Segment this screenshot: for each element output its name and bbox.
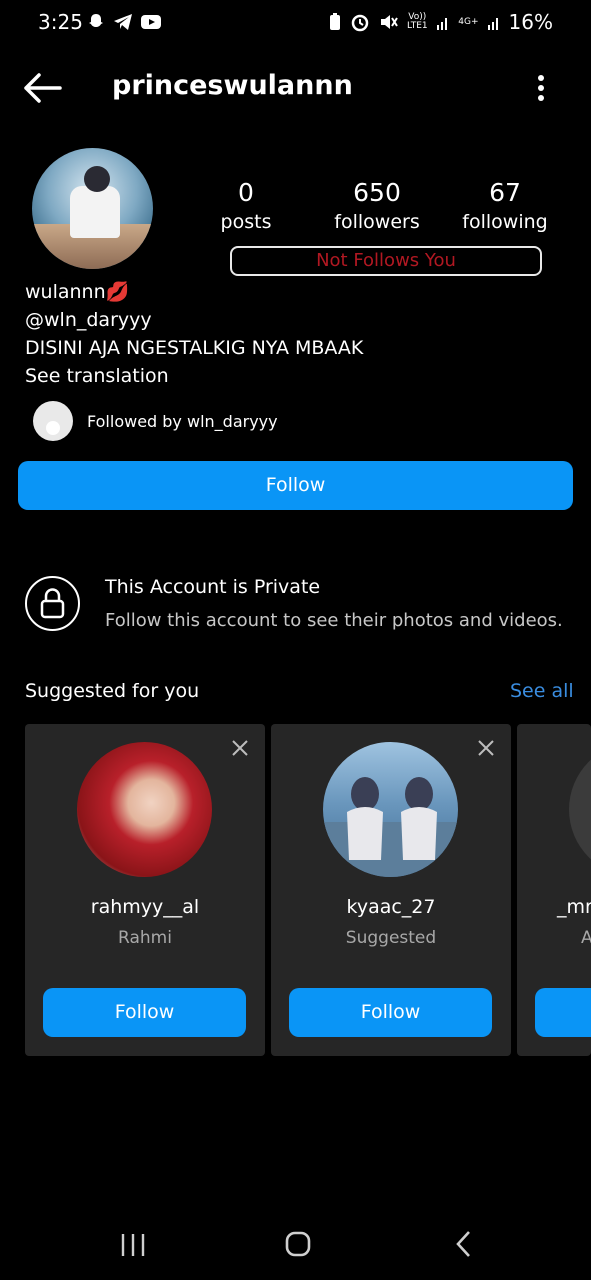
suggestion-subtitle: Rahmi xyxy=(118,928,172,948)
back-arrow-icon[interactable] xyxy=(22,70,64,106)
status-bar: 3:25 Vo)) LTE1 4G+ 16% xyxy=(0,0,591,46)
following-count: 67 xyxy=(489,178,521,207)
follow-button[interactable]: Follow xyxy=(18,461,573,510)
status-time: 3:25 xyxy=(38,10,83,34)
lock-icon xyxy=(25,576,80,631)
suggestion-subtitle: Suggested xyxy=(345,928,437,948)
private-account-title: This Account is Private xyxy=(105,576,321,598)
nav-back-icon[interactable] xyxy=(454,1229,472,1259)
network-label: Vo)) LTE1 xyxy=(406,12,428,31)
profile-handle[interactable]: @wln_daryyy xyxy=(25,306,565,334)
close-icon[interactable] xyxy=(476,738,496,758)
battery-percent: 16% xyxy=(508,10,553,34)
see-all-link[interactable]: See all xyxy=(510,680,574,702)
suggestion-username[interactable]: rahmyy__al xyxy=(25,896,265,918)
profile-header: princeswulannn xyxy=(0,60,591,116)
home-icon[interactable] xyxy=(284,1230,312,1258)
followed-by-text: Followed by wln_daryyy xyxy=(87,411,278,431)
suggestion-avatar[interactable] xyxy=(569,742,591,877)
suggestion-follow-button[interactable]: Follow xyxy=(289,988,492,1037)
suggestion-avatar[interactable] xyxy=(77,742,212,877)
followers-stat[interactable]: 650 followers xyxy=(322,178,432,233)
private-account-subtitle: Follow this account to see their photos … xyxy=(105,610,563,631)
signal-icon-2 xyxy=(487,18,498,30)
display-name-row: wulannn💋 xyxy=(25,278,565,306)
posts-label: posts xyxy=(220,211,272,233)
suggestion-card[interactable]: rahmyy__al Rahmi Follow xyxy=(25,724,265,1056)
close-icon[interactable] xyxy=(230,738,250,758)
profile-avatar[interactable] xyxy=(32,148,153,269)
followed-by-row[interactable]: Followed by wln_daryyy xyxy=(33,400,278,442)
profile-stats: 0 posts 650 followers 67 following xyxy=(210,178,560,248)
suggestion-avatar[interactable] xyxy=(323,742,458,877)
following-stat[interactable]: 67 following xyxy=(460,178,550,233)
display-name: wulannn xyxy=(25,281,106,303)
suggestion-follow-button[interactable]: Follow xyxy=(43,988,246,1037)
network-type-label: 4G+ xyxy=(458,16,479,27)
signal-icon xyxy=(437,18,448,30)
suggestion-username[interactable]: kyaac_27 xyxy=(271,896,511,918)
telegram-icon xyxy=(114,14,132,30)
bio-text: DISINI AJA NGESTALKIG NYA MBAAK xyxy=(25,337,364,359)
suggestion-card[interactable]: _mr A xyxy=(517,724,591,1056)
posts-count: 0 xyxy=(238,178,254,207)
followers-label: followers xyxy=(334,211,420,233)
notification-icons xyxy=(86,12,162,32)
more-options-icon[interactable] xyxy=(530,70,552,106)
suggested-title: Suggested for you xyxy=(25,680,200,702)
suggestion-follow-button[interactable] xyxy=(535,988,591,1037)
following-label: following xyxy=(462,211,548,233)
alarm-icon xyxy=(352,14,369,32)
see-translation-link[interactable]: See translation xyxy=(25,362,565,390)
recent-apps-icon[interactable] xyxy=(120,1232,146,1258)
profile-bio: wulannn💋 @wln_daryyy DISINI AJA NGESTALK… xyxy=(25,278,565,390)
follower-avatar xyxy=(33,401,73,441)
battery-saver-icon xyxy=(330,13,341,30)
status-right: Vo)) LTE1 4G+ 16% xyxy=(328,10,553,34)
posts-stat[interactable]: 0 posts xyxy=(210,178,282,233)
suggestion-subtitle: A xyxy=(581,928,591,948)
suggestion-username[interactable]: _mr xyxy=(557,896,591,918)
followers-count: 650 xyxy=(353,178,401,207)
not-follows-you-badge: Not Follows You xyxy=(230,246,542,276)
kiss-lips-icon: 💋 xyxy=(105,281,130,303)
page-title: princeswulannn xyxy=(112,70,353,101)
youtube-icon xyxy=(141,15,161,29)
mute-icon xyxy=(381,15,399,29)
snapchat-icon xyxy=(89,14,103,27)
system-nav-bar xyxy=(0,1212,591,1280)
suggestion-card[interactable]: kyaac_27 Suggested Follow xyxy=(271,724,511,1056)
